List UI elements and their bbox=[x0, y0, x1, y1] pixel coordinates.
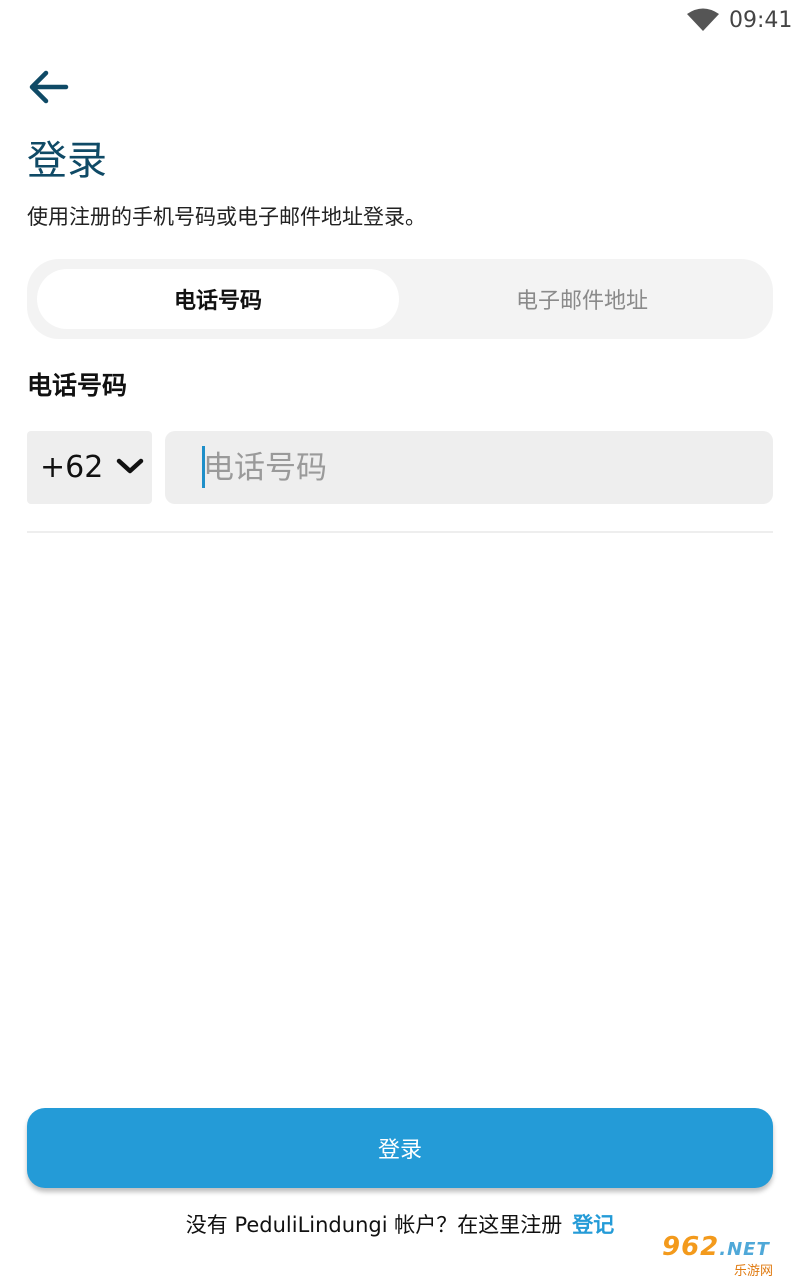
country-code-value: +62 bbox=[40, 450, 104, 485]
page-subtitle: 使用注册的手机号码或电子邮件地址登录。 bbox=[27, 205, 426, 229]
footer-text: 没有 PeduliLindungi 帐户？在这里注册 bbox=[185, 1213, 563, 1237]
register-link[interactable]: 登记 bbox=[572, 1213, 614, 1237]
tab-phone[interactable]: 电话号码 bbox=[37, 269, 399, 329]
page-title: 登录 bbox=[27, 138, 107, 184]
country-code-select[interactable]: +62 bbox=[27, 431, 152, 504]
divider bbox=[27, 531, 773, 533]
arrow-left-icon[interactable] bbox=[26, 64, 72, 110]
watermark-subtext: 乐游网 bbox=[734, 1264, 774, 1279]
chevron-down-icon bbox=[116, 458, 144, 474]
login-method-tabs: 电话号码 电子邮件地址 bbox=[27, 259, 773, 339]
phone-input[interactable] bbox=[165, 431, 773, 504]
wifi-icon bbox=[687, 8, 719, 31]
phone-field-label: 电话号码 bbox=[27, 371, 128, 400]
text-cursor bbox=[202, 446, 205, 488]
tab-email[interactable]: 电子邮件地址 bbox=[401, 269, 763, 329]
watermark-brand: 962.NET bbox=[662, 1232, 770, 1262]
login-button[interactable]: 登录 bbox=[27, 1108, 773, 1188]
watermark-logo: 962.NET 乐游网 bbox=[662, 1232, 794, 1279]
status-time: 09:41 bbox=[729, 8, 793, 33]
status-bar: 09:41 bbox=[0, 0, 800, 42]
